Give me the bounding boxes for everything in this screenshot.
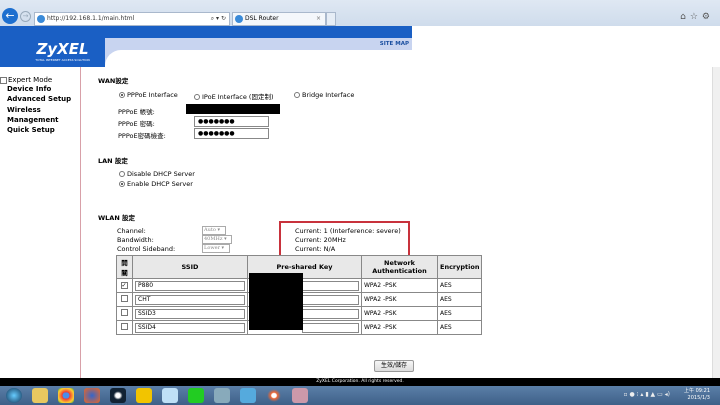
psk-input[interactable] [302, 294, 359, 305]
zyxel-logo: ZyXEL TOTAL INTERNET ACCESS SOLUTION [0, 38, 105, 67]
auth-cell: WPA2 -PSK [361, 306, 438, 321]
col-encryption: Encryption [436, 255, 483, 279]
expert-mode-label: Expert Mode [8, 76, 53, 84]
divider [80, 67, 81, 378]
ssid-enable-checkbox[interactable]: ✓ [120, 282, 128, 289]
pppoe-account-field-redacted[interactable] [186, 104, 280, 114]
close-tab-icon[interactable]: × [316, 13, 321, 25]
ssid-enable-checkbox[interactable] [120, 309, 128, 316]
forward-button[interactable]: → [20, 11, 31, 22]
taskbar: ▫ ● ⁝ ▴ ▮ ▲ ▭ ◂) 上午 09:21 2015/1/3 [0, 386, 720, 405]
logo-tagline: TOTAL INTERNET ACCESS SOLUTION [35, 58, 90, 62]
auth-cell: WPA2 -PSK [361, 292, 438, 307]
address-bar[interactable]: http://192.168.1.1/main.html ⌕ ▾ ↻ [34, 12, 230, 26]
encryption-cell: AES [436, 278, 483, 293]
url-text: http://192.168.1.1/main.html [47, 15, 135, 22]
radio-ipoe[interactable]: IPoE Interface (固定制) [194, 91, 274, 101]
apply-save-button[interactable]: 生效/儲存 [374, 360, 414, 372]
logo-text: ZyXEL [36, 40, 89, 58]
ssid-input[interactable]: SSID3 [135, 308, 245, 319]
sidebar-item-wireless[interactable]: Wireless [0, 105, 80, 115]
channel-select[interactable]: Auto ▾ [202, 226, 226, 235]
encryption-cell: AES [436, 292, 483, 307]
sidebar-item-quick-setup[interactable]: Quick Setup [0, 125, 80, 135]
origin-icon[interactable] [266, 388, 282, 403]
radio-disable-dhcp[interactable]: Disable DHCP Server [119, 170, 195, 178]
wlan-title: WLAN 設定 [98, 214, 136, 222]
search-refresh-icons[interactable]: ⌕ ▾ ↻ [211, 13, 226, 25]
col-switch: 開關 [116, 255, 133, 279]
col-auth: Network Authentication [361, 255, 438, 279]
footer-copyright: ZyXEL Corporation. All rights reserved. [0, 378, 720, 386]
radio-bridge[interactable]: Bridge Interface [294, 91, 354, 99]
chrome-icon[interactable] [58, 388, 74, 403]
browser-chrome: ← → http://192.168.1.1/main.html ⌕ ▾ ↻ DS… [0, 0, 720, 26]
game-icon[interactable] [292, 388, 308, 403]
wan-title: WAN設定 [98, 77, 129, 85]
system-tray-icons[interactable]: ▫ ● ⁝ ▴ ▮ ▲ ▭ ◂) [623, 391, 670, 398]
sideband-select[interactable]: Lower ▾ [202, 244, 230, 253]
shield-app-icon[interactable] [214, 388, 230, 403]
steam-icon[interactable] [110, 388, 126, 403]
ie-icon [37, 15, 45, 23]
ssid-input[interactable]: P880 [135, 280, 245, 291]
app-icon[interactable] [136, 388, 152, 403]
psk-input[interactable] [302, 308, 359, 319]
auth-cell: WPA2 -PSK [361, 320, 438, 335]
sidebar-item-device-info[interactable]: Device Info [0, 84, 80, 94]
expert-mode-toggle[interactable]: Expert Mode [0, 76, 80, 84]
pppoe-password-field[interactable]: ●●●●●●● [194, 116, 269, 127]
site-map-link[interactable]: SITE MAP [380, 41, 409, 47]
tab-dsl-router[interactable]: DSL Router × [232, 12, 326, 26]
header-band: SITE MAP [105, 38, 412, 67]
pppoe-password-confirm-label: PPPoE密碼檢查: [118, 132, 166, 140]
new-tab-button[interactable] [326, 12, 336, 26]
channel-label: Channel: [117, 227, 146, 235]
line-icon[interactable] [188, 388, 204, 403]
highlight-annotation [279, 221, 410, 257]
ie-icon [235, 15, 243, 23]
encryption-cell: AES [436, 306, 483, 321]
clock[interactable]: 上午 09:21 2015/1/3 [684, 388, 710, 402]
psk-redacted [249, 273, 303, 330]
ie-taskbar-icon[interactable] [162, 388, 178, 403]
scrollbar[interactable] [712, 67, 720, 378]
sidebar-item-advanced-setup[interactable]: Advanced Setup [0, 94, 80, 104]
ssid-enable-checkbox[interactable] [120, 295, 128, 302]
explorer-icon[interactable] [32, 388, 48, 403]
radio-pppoe[interactable]: PPPoE Interface [119, 91, 178, 99]
pppoe-account-label: PPPoE 帳號: [118, 108, 155, 116]
psk-input[interactable] [302, 322, 359, 333]
lan-title: LAN 設定 [98, 157, 128, 165]
sidebar: Expert Mode Device Info Advanced Setup W… [0, 76, 80, 135]
pppoe-password-label: PPPoE 密碼: [118, 120, 155, 128]
sideband-label: Control Sideband: [117, 245, 176, 253]
expert-mode-checkbox[interactable] [0, 76, 7, 84]
sidebar-item-management[interactable]: Management [0, 115, 80, 125]
ssid-input[interactable]: SSID4 [135, 322, 245, 333]
ssid-enable-checkbox[interactable] [120, 323, 128, 330]
radio-enable-dhcp[interactable]: Enable DHCP Server [119, 180, 193, 188]
auth-cell: WPA2 -PSK [361, 278, 438, 293]
bandwidth-label: Bandwidth: [117, 236, 154, 244]
col-ssid: SSID [132, 255, 248, 279]
ssid-input[interactable]: CHT [135, 294, 245, 305]
tab-title: DSL Router [245, 15, 279, 22]
start-button[interactable] [6, 388, 22, 403]
pppoe-password-confirm-field[interactable]: ●●●●●●● [194, 128, 269, 139]
bandwidth-select[interactable]: 40MHz ▾ [202, 235, 232, 244]
encryption-cell: AES [436, 320, 483, 335]
dolphin-icon[interactable] [240, 388, 256, 403]
firefox-icon[interactable] [84, 388, 100, 403]
psk-input[interactable] [302, 280, 359, 291]
header-bar [0, 26, 412, 38]
home-favorites-settings-icons[interactable]: ⌂☆⚙ [680, 12, 714, 22]
back-button[interactable]: ← [2, 8, 18, 24]
